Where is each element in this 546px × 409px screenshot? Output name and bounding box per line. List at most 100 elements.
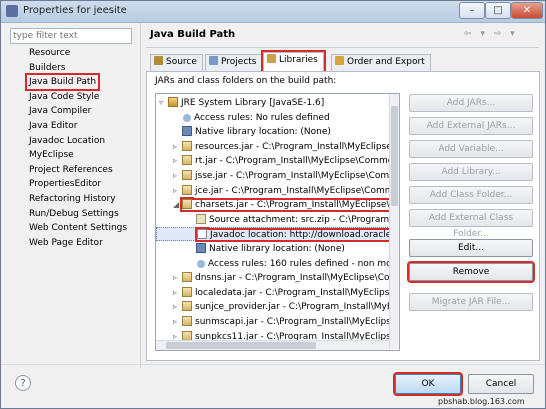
nav-item-java-build-path[interactable]: Java Build Path [24,73,101,92]
library-icon [168,97,178,107]
tree-item[interactable]: Native library location: (None) [182,126,331,137]
tree-item[interactable]: resources.jar - C:\Program_Install\MyEcl… [182,140,399,152]
tree-row[interactable]: ▹ jce.jar - C:\Program_Install\MyEclipse\… [156,184,399,198]
pane-divider[interactable] [140,23,141,368]
ok-button[interactable]: OK [393,372,463,396]
maximize-button[interactable]: □ [485,2,511,19]
libraries-panel: JARs and class folders on the build path… [146,71,540,361]
tree-row[interactable]: ▹ resources.jar - C:\Program_Install\MyEc… [156,140,399,154]
expand-toggle-icon[interactable]: ▹ [173,184,182,198]
cancel-button[interactable]: Cancel [468,374,534,394]
migrate-jar-file-button[interactable]: Migrate JAR File... [409,293,533,311]
tree-row[interactable]: ▹ jsse.jar - C:\Program_Install\MyEclipse… [156,169,399,183]
tree-row-label: sunjce_provider.jar - C:\Program_Install… [195,302,400,313]
tree-row[interactable]: ▹ sunjce_provider.jar - C:\Program_Instal… [156,300,400,314]
tree-item[interactable]: Native library location: (None) [196,243,345,254]
nav-item-myeclipse[interactable]: MyEclipse [29,148,74,162]
expand-toggle-icon[interactable]: ▹ [173,286,182,300]
add-variable-button[interactable]: Add Variable... [409,140,533,158]
filter-field[interactable] [10,28,133,44]
nav-item-java-editor[interactable]: Java Editor [29,119,78,133]
add-external-jars-button[interactable]: Add External JARs... [409,117,533,135]
expand-toggle-icon[interactable]: ▹ [173,169,182,183]
remove-button[interactable]: Remove [407,261,535,283]
tree-item[interactable]: dnsns.jar - C:\Program_Install\MyEclipse… [182,272,400,284]
tree-vertical-scrollbar[interactable] [389,94,399,349]
nav-item-propertieseditor[interactable]: PropertiesEditor [29,177,101,191]
tab-libraries[interactable]: Libraries [261,50,326,74]
tree-item[interactable]: charsets.jar - C:\Program_Install\MyEcli… [180,198,399,213]
tree-row-label: rt.jar - C:\Program_Install\MyEclipse\Co… [195,156,400,167]
tree-row-label: Native library location: (None) [209,244,345,254]
tab-label: Order and Export [347,57,425,67]
add-external-class-folder-button[interactable]: Add External Class Folder... [409,209,533,239]
jar-icon [182,140,192,151]
expand-toggle-icon[interactable]: ▹ [173,271,182,285]
tree-row-label: dnsns.jar - C:\Program_Install\MyEclipse… [195,273,400,284]
tree-row[interactable]: ▹ rt.jar - C:\Program_Install\MyEclipse\C… [156,154,400,168]
edit-button[interactable]: Edit... [409,239,533,257]
tree-item[interactable]: jce.jar - C:\Program_Install\MyEclipse\C… [182,184,399,196]
help-icon[interactable]: ? [15,375,31,391]
add-jars-button[interactable]: Add JARs... [409,94,533,112]
expand-toggle-icon[interactable]: ▹ [173,315,182,329]
expand-toggle-icon[interactable]: ▹ [173,140,182,154]
tab-bar: Source Projects Libraries Order and Export [150,50,540,74]
tree-item[interactable]: JRE System Library [JavaSE-1.6] [168,97,325,108]
nav-item-web-page-editor[interactable]: Web Page Editor [29,236,103,250]
tree-row-label: Access rules: 160 rules defined - non mo… [208,258,400,269]
tree-item[interactable]: Access rules: 160 rules defined - non mo… [196,258,400,269]
nav-item-java-compiler[interactable]: Java Compiler [29,104,91,118]
expand-toggle-icon[interactable]: ▹ [173,300,182,314]
tree-row-label: Access rules: No rules defined [194,112,330,123]
expand-toggle-icon[interactable]: ▹ [173,154,182,168]
nav-item-run-debug-settings[interactable]: Run/Debug Settings [29,207,119,221]
tree-row-label: JRE System Library [JavaSE-1.6] [181,98,325,108]
tree-row[interactable]: Access rules: No rules defined [156,111,330,125]
tree-row[interactable]: Source attachment: src.zip - C:\Program_… [156,213,399,227]
tab-source[interactable]: Source [150,54,203,71]
tree-item[interactable]: sunmscapi.jar - C:\Program_Install\MyEcl… [182,316,399,327]
tree-row[interactable]: ▹ dnsns.jar - C:\Program_Install\MyEclips… [156,271,400,285]
tree-item[interactable]: Javadoc location: http://download.oracle… [194,228,399,243]
tree-row[interactable]: ▹ sunmscapi.jar - C:\Program_Install\MyEc… [156,315,399,329]
tab-projects[interactable]: Projects [205,54,263,71]
jar-icon [182,184,192,195]
tree-row[interactable]: Native library location: (None) [156,242,345,256]
tree-row[interactable]: Access rules: 160 rules defined - non mo… [156,257,400,271]
scroll-thumb[interactable] [166,342,316,349]
tree-item[interactable]: Source attachment: src.zip - C:\Program_… [196,213,399,225]
source-attachment-icon [196,213,206,224]
nav-item-javadoc-location[interactable]: Javadoc Location [29,134,105,148]
expand-toggle-icon[interactable]: ▿ [159,96,168,110]
add-class-folder-button[interactable]: Add Class Folder... [409,186,533,204]
tab-order-and-export[interactable]: Order and Export [331,54,431,71]
filter-input[interactable] [11,29,133,42]
nav-item-builders[interactable]: Builders [29,61,66,75]
access-rules-icon [183,113,191,122]
tree-row[interactable]: ▿ JRE System Library [JavaSE-1.6] [156,96,324,110]
build-path-tree[interactable]: ▹ sunpkcs11.jar - C:\Program_Install\MyEc… [155,93,400,351]
add-library-button[interactable]: Add Library... [409,163,533,181]
tree-row[interactable]: Javadoc location: http://download.oracle… [156,227,399,243]
nav-item-refactoring-history[interactable]: Refactoring History [29,192,116,206]
nav-item-web-content-settings[interactable]: Web Content Settings [29,221,127,235]
scroll-thumb[interactable] [391,106,398,206]
tree-row[interactable]: Native library location: (None) [156,125,331,139]
history-nav-icons[interactable]: ⇦ ▾ ⇨ ▾ [464,29,518,39]
minimize-button[interactable]: – [459,2,485,19]
nav-item-java-code-style[interactable]: Java Code Style [29,90,99,104]
nav-item-project-references[interactable]: Project References [29,163,113,177]
tree-row[interactable]: ▹ localedata.jar - C:\Program_Install\MyE… [156,286,400,300]
expand-toggle-icon[interactable]: ◢ [173,198,182,212]
tree-row-label: localedata.jar - C:\Program_Install\MyEc… [195,287,400,298]
tree-horizontal-scrollbar[interactable] [156,340,389,350]
tree-item[interactable]: rt.jar - C:\Program_Install\MyEclipse\Co… [182,155,400,167]
tree-item[interactable]: sunjce_provider.jar - C:\Program_Install… [182,301,400,313]
close-button[interactable]: ✕ [511,2,543,19]
tree-item[interactable]: localedata.jar - C:\Program_Install\MyEc… [182,286,400,298]
tree-row[interactable]: ◢ charsets.jar - C:\Program_Install\MyEcl… [156,198,399,213]
nav-item-resource[interactable]: Resource [29,46,70,60]
tree-item[interactable]: jsse.jar - C:\Program_Install\MyEclipse\… [182,170,399,181]
tree-item[interactable]: Access rules: No rules defined [182,113,330,123]
